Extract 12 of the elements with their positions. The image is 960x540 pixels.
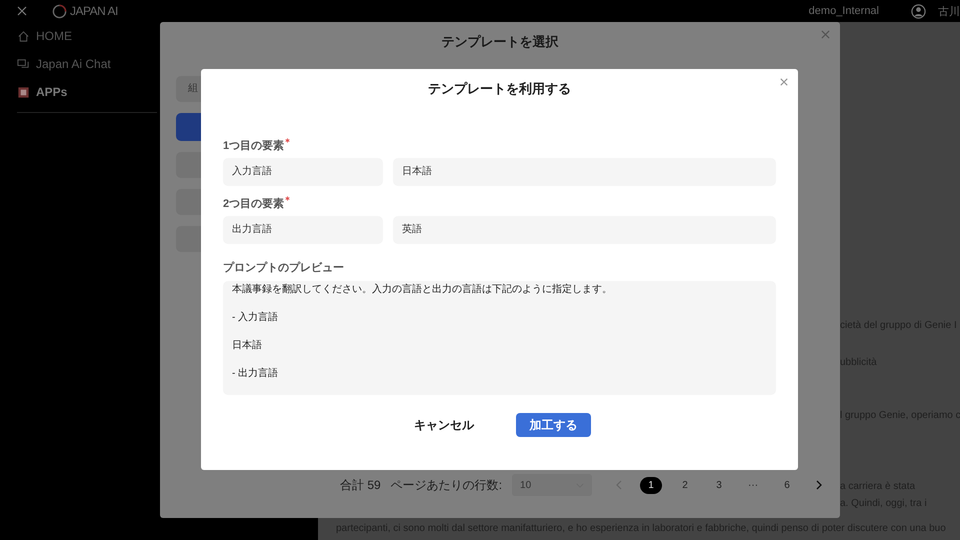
dialog-title: テンプレートを利用する	[427, 80, 572, 98]
preview-line: - 入力言語	[232, 311, 278, 325]
rows-per-page-label: ページあたりの行数:	[390, 476, 502, 494]
dialog-title: テンプレートを選択	[442, 34, 558, 49]
logo-text: JAPAN AI	[70, 4, 118, 18]
preview-line: 日本語	[232, 339, 262, 353]
preview-line: 本議事録を翻訳してください。入力の言語と出力の言語は下記のように指定します。	[232, 283, 612, 297]
preview-line: - 出力言語	[232, 367, 278, 381]
preview-label: プロンプトのプレビュー	[223, 260, 345, 275]
element-label: 1つ目の要素	[223, 138, 284, 153]
element-label: 2つ目の要素	[223, 196, 284, 211]
total-count: 合計 59	[340, 476, 381, 494]
